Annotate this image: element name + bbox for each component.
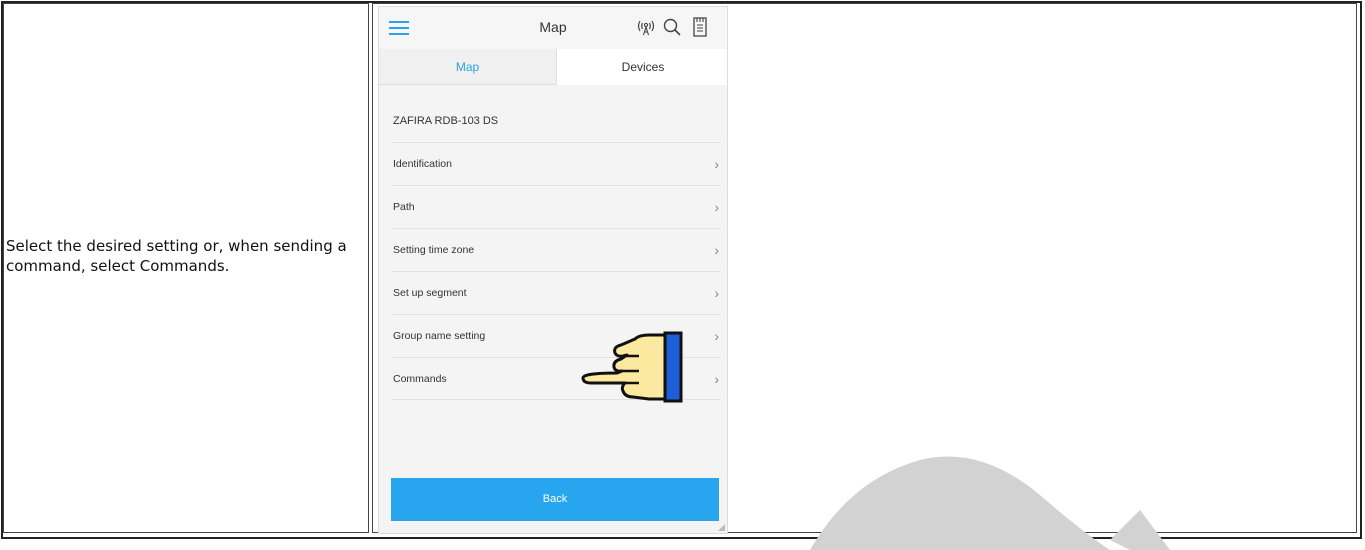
device-name: ZAFIRA RDB-103 DS: [393, 115, 499, 127]
antenna-icon[interactable]: [635, 16, 657, 38]
chevron-right-icon: ›: [714, 371, 719, 387]
menu-item-label: Set up segment: [393, 287, 467, 299]
phone-screenshot: Map Map Devices ZAFIRA RDB-103 DS Identi…: [378, 6, 728, 534]
menu-item-path[interactable]: Path ›: [391, 185, 721, 228]
menu-item-setting-time-zone[interactable]: Setting time zone ›: [391, 228, 721, 271]
app-header: Map: [379, 7, 727, 50]
back-button[interactable]: Back: [391, 478, 719, 521]
chevron-right-icon: ›: [714, 242, 719, 258]
instruction-cell: Select the desired setting or, when send…: [3, 3, 369, 533]
menu-item-set-up-segment[interactable]: Set up segment ›: [391, 271, 721, 314]
menu-item-label: Group name setting: [393, 330, 486, 342]
chevron-right-icon: ›: [714, 328, 719, 344]
menu-item-label: Commands: [393, 373, 447, 385]
menu-item-label: Setting time zone: [393, 244, 475, 256]
resize-corner-icon: [718, 524, 725, 531]
tab-bar: Map Devices: [379, 49, 727, 85]
tab-devices[interactable]: Devices: [556, 49, 727, 85]
tab-map[interactable]: Map: [379, 49, 556, 85]
menu-item-label: Path: [393, 201, 415, 213]
watermark-shape: [810, 456, 1170, 550]
instruction-text: Select the desired setting or, when send…: [6, 237, 347, 275]
sd-card-icon[interactable]: [689, 16, 711, 38]
chevron-right-icon: ›: [714, 156, 719, 172]
menu-item-label: Identification: [393, 158, 452, 170]
menu-item-identification[interactable]: Identification ›: [391, 142, 721, 185]
chevron-right-icon: ›: [714, 199, 719, 215]
chevron-right-icon: ›: [714, 285, 719, 301]
pointing-hand-icon: [581, 331, 683, 403]
search-icon[interactable]: [661, 16, 683, 38]
